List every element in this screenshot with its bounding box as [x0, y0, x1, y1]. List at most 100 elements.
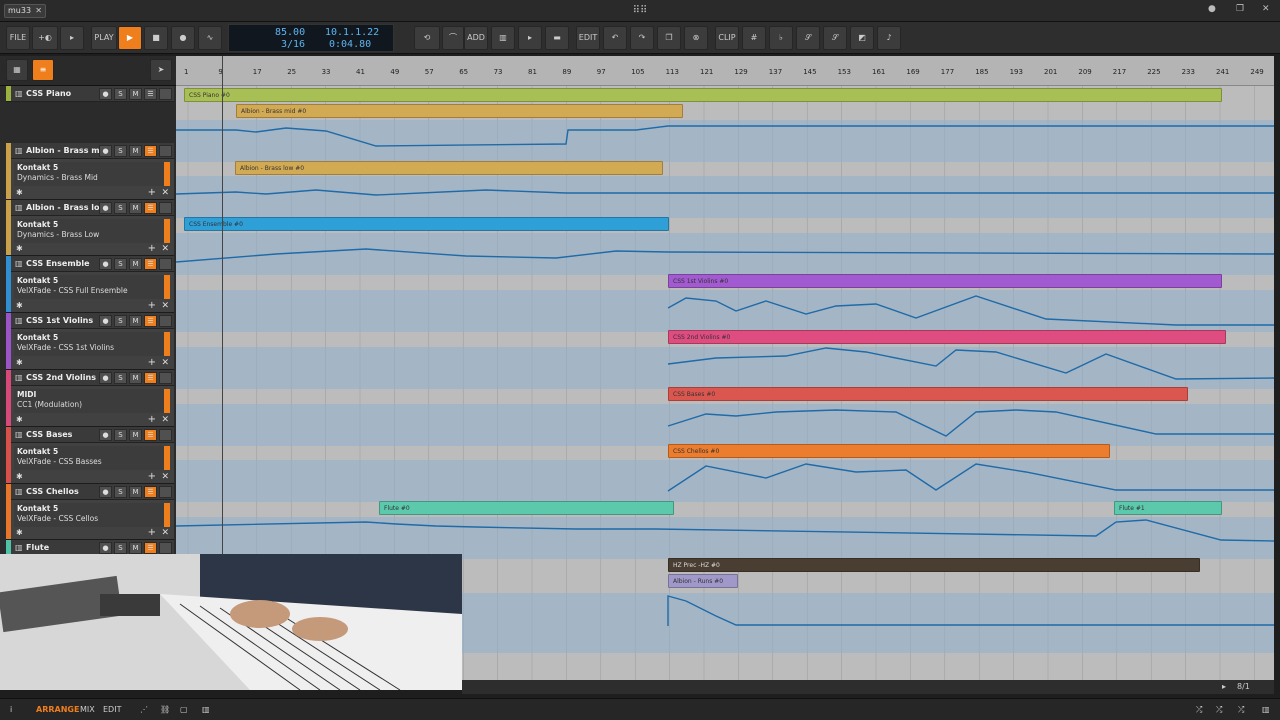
clip[interactable]: HZ Prec -HZ #0 — [668, 558, 1200, 572]
track-header[interactable]: ▥ Albion - Brass low ● S M ☰ Kontakt 5 Dynam… — [6, 199, 174, 257]
device-handle[interactable] — [164, 445, 170, 470]
star-icon[interactable]: ✱ — [16, 358, 23, 367]
track-title-row[interactable]: ▥ CSS 1st Violins ● S M ☰ — [11, 313, 174, 330]
close-window-icon[interactable]: ✕ — [1262, 4, 1270, 14]
star-icon[interactable]: ✱ — [16, 415, 23, 424]
device-handle[interactable] — [164, 218, 170, 243]
edit-button[interactable]: EDIT — [576, 26, 600, 50]
edit-tab[interactable]: EDIT — [103, 705, 121, 714]
mute-button[interactable]: M — [129, 201, 142, 214]
forward-icon[interactable]: ▸ — [60, 26, 84, 50]
clip-button[interactable]: CLIP — [715, 26, 739, 50]
clip[interactable]: Albion - Brass mid #0 — [236, 104, 683, 118]
track-header[interactable]: ▥ CSS Bases ● S M ☰ Kontakt 5 VelXFade - CSS… — [6, 426, 174, 484]
mute-button[interactable]: M — [129, 428, 142, 441]
metronome-icon[interactable]: ⌒ — [442, 26, 464, 50]
record-arm-button[interactable]: ● — [99, 315, 112, 328]
solo-button[interactable]: S — [114, 258, 127, 271]
mute-button[interactable]: M — [129, 144, 142, 157]
mute-button[interactable]: M — [129, 315, 142, 328]
piano-keys-icon[interactable]: ▥ — [1262, 705, 1270, 714]
repeat-icon[interactable]: ⤮ — [1238, 705, 1244, 715]
play-from-icon[interactable]: ▸ — [518, 26, 542, 50]
file-menu-button[interactable]: FILE — [6, 26, 30, 50]
clip[interactable]: Flute #0 — [379, 501, 674, 515]
automation-lane[interactable] — [176, 517, 1274, 559]
add-lane-icon[interactable]: + — [148, 357, 156, 367]
panel-icon[interactable]: ▬ — [545, 26, 569, 50]
track-menu-button[interactable]: ☰ — [144, 144, 157, 157]
add-lane-icon[interactable]: + — [148, 187, 156, 197]
record-arm-button[interactable]: ● — [99, 485, 112, 498]
mix-tab[interactable]: MIX — [80, 705, 95, 714]
shuffle-icon[interactable]: ⤮ — [1196, 705, 1202, 715]
browser-icon[interactable]: ⋰ — [140, 705, 148, 714]
mute-button[interactable]: M — [129, 542, 142, 555]
record-arm-button[interactable]: ● — [99, 88, 112, 100]
device-slot[interactable]: Kontakt 5 VelXFade - CSS 1st Violins — [14, 332, 170, 357]
legato-icon[interactable]: 𝒮 — [796, 26, 820, 50]
remove-lane-icon[interactable]: ✕ — [161, 302, 169, 311]
tempo-value[interactable]: 85.00 — [275, 27, 305, 38]
add-button[interactable]: ADD — [464, 26, 488, 50]
star-icon[interactable]: ✱ — [16, 528, 23, 537]
solo-button[interactable]: S — [114, 88, 127, 100]
clip[interactable]: Albion - Brass low #0 — [235, 161, 663, 175]
solo-button[interactable]: S — [114, 144, 127, 157]
stop-button[interactable]: ■ — [144, 26, 168, 50]
link-icon[interactable]: ⛓ — [160, 705, 170, 714]
track-menu-button[interactable]: ☰ — [144, 315, 157, 328]
device-slot[interactable]: Kontakt 5 VelXFade - CSS Basses — [14, 445, 170, 470]
flat-icon[interactable]: ♭ — [769, 26, 793, 50]
clip[interactable]: CSS 1st Violins #0 — [668, 274, 1222, 288]
automation-lane[interactable] — [176, 176, 1274, 218]
add-lane-icon[interactable]: + — [148, 471, 156, 481]
track-header[interactable]: ▥ Albion - Brass mid ● S M ☰ Kontakt 5 Dynam… — [6, 142, 174, 200]
pointer-tool-icon[interactable]: ➤ — [150, 59, 172, 81]
device-handle[interactable] — [164, 502, 170, 527]
track-title-row[interactable]: ▥ CSS Bases ● S M ☰ — [11, 426, 174, 443]
device-slot[interactable]: Kontakt 5 VelXFade - CSS Full Ensemble — [14, 275, 170, 300]
play-label-button[interactable]: PLAY — [91, 26, 117, 50]
track-title-row[interactable]: ▥ CSS Chellos ● S M ☰ — [11, 483, 174, 500]
clip[interactable]: CSS Chellos #0 — [668, 444, 1110, 458]
record-arm-button[interactable]: ● — [99, 428, 112, 441]
clip[interactable]: Flute #1 — [1114, 501, 1222, 515]
minimize-icon[interactable]: ● — [1208, 4, 1216, 14]
device-slot[interactable]: Kontakt 5 Dynamics - Brass Mid — [14, 161, 170, 186]
add-lane-icon[interactable]: + — [148, 301, 156, 311]
close-tab-icon[interactable]: ✕ — [35, 5, 42, 17]
sharp-icon[interactable]: # — [742, 26, 766, 50]
track-menu-button[interactable]: ☰ — [144, 485, 157, 498]
device-slot[interactable]: Kontakt 5 VelXFade - CSS Cellos — [14, 502, 170, 527]
clip[interactable]: CSS Piano #0 — [184, 88, 1222, 102]
track-header[interactable]: ▥ CSS Ensemble ● S M ☰ Kontakt 5 VelXFade - … — [6, 256, 174, 314]
quantize-icon[interactable]: ◩ — [850, 26, 874, 50]
track-title-row[interactable]: ▥ Albion - Brass low ● S M ☰ — [11, 199, 174, 216]
solo-button[interactable]: S — [114, 542, 127, 555]
track-title-row[interactable]: ▥ CSS Ensemble ● S M ☰ — [11, 256, 174, 273]
record-arm-button[interactable]: ● — [99, 258, 112, 271]
tuner-icon[interactable]: ♪ — [877, 26, 901, 50]
track-title-row[interactable]: ▥ CSS 2nd Violins ● S M ☰ — [11, 370, 174, 386]
device-handle[interactable] — [164, 161, 170, 186]
position-value[interactable]: 10.1.1.22 — [325, 27, 379, 38]
clip[interactable]: Albion - Runs #0 — [668, 574, 738, 588]
remove-lane-icon[interactable]: ✕ — [161, 529, 169, 538]
track-header[interactable]: ▥ CSS 2nd Violins ● S M ☰ MIDI CC1 (Modulati… — [6, 370, 174, 427]
mute-button[interactable]: M — [129, 88, 142, 100]
loop-icon[interactable]: ⟲ — [414, 26, 440, 50]
track-header[interactable]: ▥ CSS Piano ● S M ☰ — [6, 86, 174, 102]
time-value[interactable]: 0:04.80 — [329, 39, 371, 50]
record-arm-button[interactable]: ● — [99, 144, 112, 157]
solo-button[interactable]: S — [114, 428, 127, 441]
delete-icon[interactable]: ⊗ — [684, 26, 708, 50]
remove-lane-icon[interactable]: ✕ — [161, 245, 169, 254]
info-icon[interactable]: i — [10, 705, 12, 714]
mute-button[interactable]: M — [129, 258, 142, 271]
track-menu-button[interactable]: ☰ — [144, 258, 157, 271]
star-icon[interactable]: ✱ — [16, 188, 23, 197]
track-menu-button[interactable]: ☰ — [144, 428, 157, 441]
restore-icon[interactable]: ❐ — [1236, 4, 1244, 14]
clip[interactable]: CSS Bases #0 — [668, 387, 1188, 401]
